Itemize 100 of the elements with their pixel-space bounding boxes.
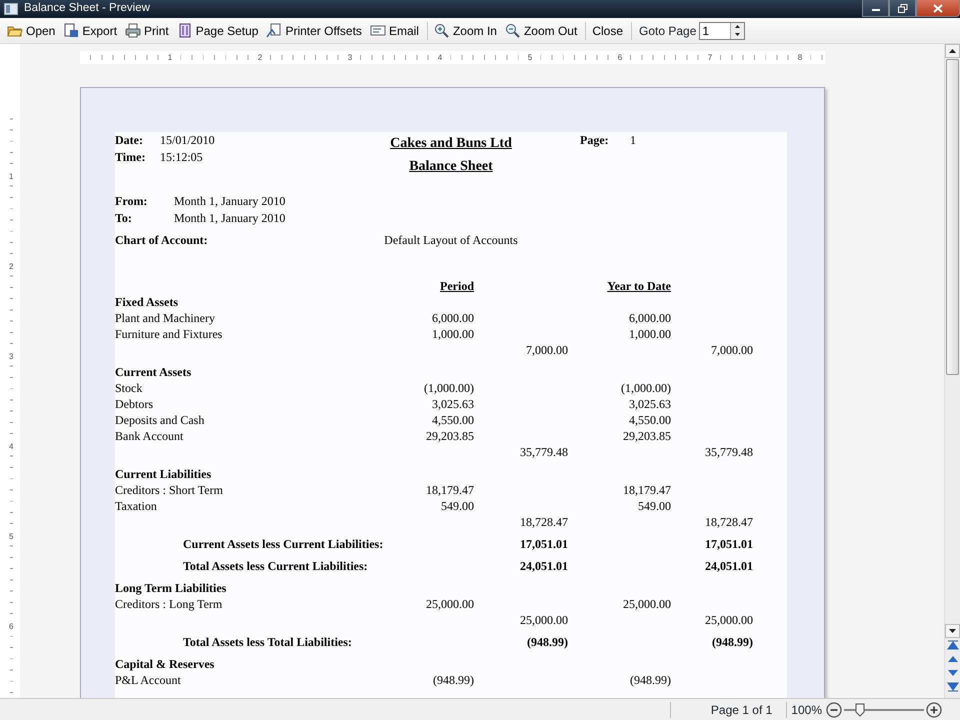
account-name: Furniture and Fixtures [115,327,222,341]
scroll-up-button[interactable] [945,44,960,58]
field-label: Time: [115,149,146,166]
email-button[interactable]: Email [366,20,422,40]
total-cell: 18,728.47 [520,515,568,529]
last-page-button[interactable] [945,680,960,694]
open-button[interactable]: Open [4,20,58,40]
total-cell: 7,000.00 [711,343,753,357]
printer-icon [125,23,142,38]
total-cell: 17,051.01 [520,537,568,551]
field-label: Date: [115,132,144,149]
zoom-in-button[interactable] [926,702,942,718]
window-icon [4,3,18,15]
first-page-button[interactable] [945,638,960,652]
amount-cell: 549.00 [441,499,474,513]
close-icon [933,4,943,12]
spin-up-button[interactable] [731,22,744,30]
field-label: To: [115,210,133,227]
section-heading: Fixed Assets [115,295,178,309]
close-preview-button[interactable]: Close [589,20,626,40]
zoom-level: 100% [790,702,823,718]
export-button[interactable]: Export [60,20,120,40]
window-title: Balance Sheet - Preview [24,1,150,16]
field-value: Default Layout of Accounts [384,233,518,247]
amount-cell: 18,179.47 [426,483,474,497]
zoom-slider[interactable] [844,702,924,718]
account-name: Taxation [115,499,157,513]
zoom-out-button[interactable]: Zoom Out [502,20,580,40]
account-name: P&L Account [115,673,181,687]
plus-icon [926,702,942,718]
up-arrow-icon [735,25,740,28]
amount-cell: 25,000.00 [426,597,474,611]
report-title: Balance Sheet [409,159,493,174]
print-button[interactable]: Print [122,20,172,40]
zoom-in-button[interactable]: Zoom In [430,20,500,40]
field-value: Month 1, January 2010 [174,210,286,227]
total-cell: (948.99) [712,635,753,649]
minimize-button[interactable] [862,0,889,17]
amount-cell: 29,203.85 [426,429,474,443]
ruler-number: 6 [616,52,624,62]
account-name: Creditors : Short Term [115,483,223,497]
account-name: Deposits and Cash [115,413,204,427]
goto-page-label: Goto Page [639,22,696,40]
amount-cell: 3,025.63 [629,397,671,411]
section-heading: Long Term Liabilities [115,581,226,595]
page-number-spinner[interactable]: 1 [699,22,746,40]
minus-icon [826,702,842,718]
page-info: Page 1 of 1 [710,702,774,718]
column-header: Year to Date [607,279,671,293]
slider-thumb[interactable] [855,702,865,716]
amount-cell: (1,000.00) [621,381,671,395]
total-cell: 25,000.00 [520,613,568,627]
ruler-number: 2 [256,52,264,62]
zoom-out-button[interactable] [826,702,842,718]
ruler-number: 7 [706,52,714,62]
amount-cell: 549.00 [638,499,671,513]
account-name: Bank Account [115,429,184,443]
amount-cell: (948.99) [630,673,671,687]
amount-cell: 18,179.47 [623,483,671,497]
column-header: Period [440,279,474,293]
total-cell: 35,779.48 [520,445,568,459]
field-value: 1 [630,132,636,149]
field-value: 15/01/2010 [160,132,215,149]
section-heading: Capital & Reserves [115,657,214,671]
amount-cell: 29,203.85 [623,429,671,443]
ruler-number: 1 [166,52,174,62]
total-cell: (948.99) [527,635,568,649]
printer-offsets-button[interactable]: Printer Offsets [263,20,365,40]
scroll-down-button[interactable] [945,624,960,638]
close-button[interactable] [916,0,960,17]
total-cell: 17,051.01 [705,537,753,551]
up-arrow-icon [946,654,958,664]
field-value: 15:12:05 [160,149,203,166]
page-setup-button[interactable]: Page Setup [174,20,262,40]
total-cell: 25,000.00 [705,613,753,627]
amount-cell: 25,000.00 [623,597,671,611]
summary-label: Total Assets less Current Liabilities: [183,559,368,573]
total-cell: 7,000.00 [526,343,568,357]
amount-cell: 6,000.00 [629,311,671,325]
zoom-out-icon [504,23,521,38]
field-label: Page: [580,132,610,149]
account-name: Creditors : Long Term [115,597,222,611]
summary-label: Total Assets less Total Liabilities: [183,635,352,649]
scrollbar-thumb[interactable] [946,59,959,375]
section-heading: Current Liabilities [115,467,212,481]
amount-cell: 6,000.00 [432,311,474,325]
account-name: Debtors [115,397,153,411]
amount-cell: 1,000.00 [432,327,474,341]
ruler-number: 3 [346,52,354,62]
restore-button[interactable] [889,0,916,17]
company-name: Cakes and Buns Ltd [390,136,512,151]
total-cell: 24,051.01 [705,559,753,573]
summary-label: Current Assets less Current Liabilities: [183,537,384,551]
amount-cell: (948.99) [433,673,474,687]
ruler-number: 5 [526,52,534,62]
account-name: Stock [115,381,142,395]
total-cell: 18,728.47 [705,515,753,529]
total-cell: 35,779.48 [705,445,753,459]
field-label: From: [115,193,148,210]
amount-cell: (1,000.00) [424,381,474,395]
